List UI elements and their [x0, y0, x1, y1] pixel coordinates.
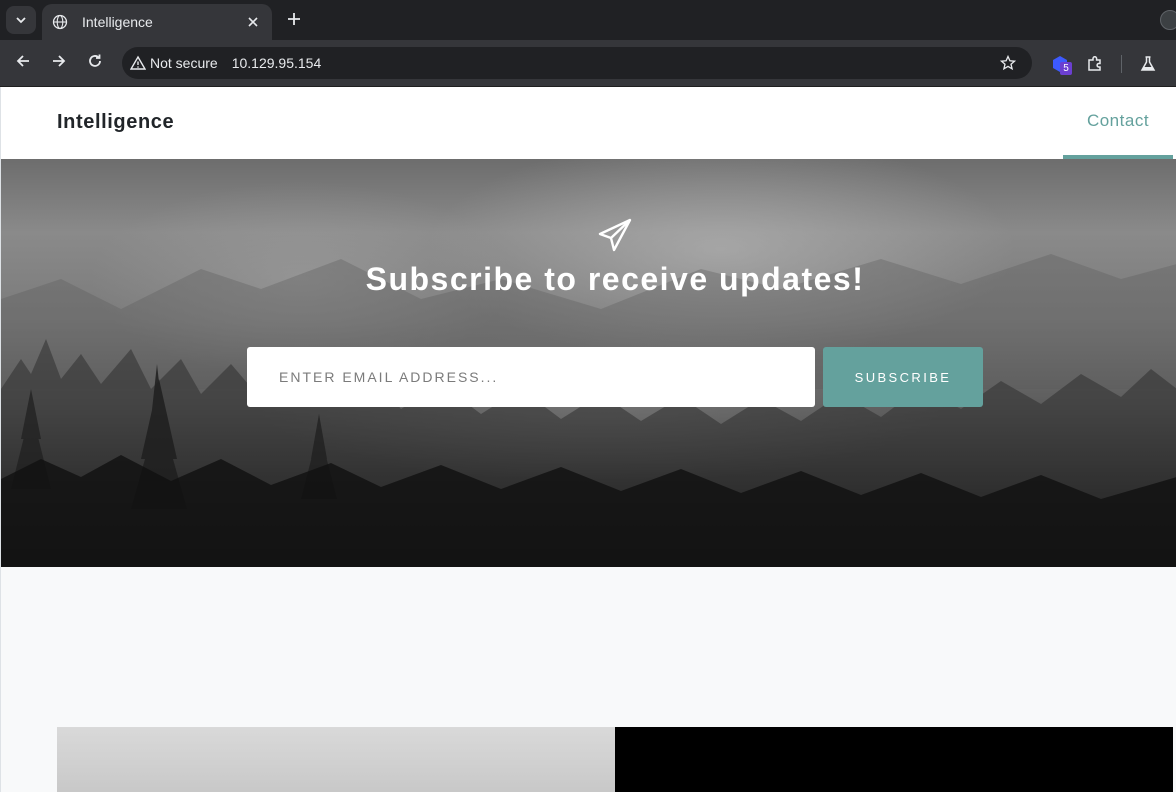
project-image-right [615, 727, 1173, 792]
project-image-left [57, 727, 615, 792]
forward-button[interactable] [46, 50, 72, 76]
back-button[interactable] [10, 50, 36, 76]
page-viewport: Intelligence Contact Subscribe to receiv… [0, 87, 1176, 792]
site-navbar: Intelligence Contact [1, 87, 1176, 159]
tab-search-button[interactable] [6, 6, 36, 34]
extension-badge: 5 [1060, 62, 1072, 75]
paper-plane-icon [597, 217, 633, 253]
reload-button[interactable] [82, 50, 108, 76]
tab-title: Intelligence [82, 14, 153, 30]
puzzle-icon[interactable] [1083, 52, 1107, 76]
signup-hero: Subscribe to receive updates! SUBSCRIBE [1, 159, 1176, 567]
toolbar-divider [1121, 55, 1122, 73]
extension-hexagon-icon[interactable]: 5 [1048, 52, 1072, 76]
arrow-left-icon [15, 53, 31, 73]
plus-icon [287, 11, 301, 30]
warning-triangle-icon[interactable] [130, 55, 146, 71]
reload-icon [87, 53, 103, 73]
nav-contact-link[interactable]: Contact [1063, 87, 1173, 159]
arrow-right-icon [51, 53, 67, 73]
chevron-down-icon [15, 11, 27, 30]
brand-link[interactable]: Intelligence [57, 111, 174, 134]
flask-icon[interactable] [1136, 52, 1160, 76]
url-text[interactable]: 10.129.95.154 [232, 55, 998, 71]
hero-title: Subscribe to receive updates! [365, 261, 865, 297]
address-bar[interactable]: Not secure 10.129.95.154 [122, 47, 1032, 79]
browser-tab[interactable]: Intelligence [42, 4, 272, 40]
profile-avatar[interactable] [1160, 10, 1176, 30]
browser-tab-bar: Intelligence [0, 0, 1176, 40]
security-label[interactable]: Not secure [150, 55, 218, 71]
email-input[interactable] [247, 347, 815, 407]
subscribe-button[interactable]: SUBSCRIBE [823, 347, 983, 407]
globe-icon [52, 14, 68, 30]
browser-toolbar: Not secure 10.129.95.154 5 [0, 40, 1176, 87]
new-tab-button[interactable] [282, 8, 306, 32]
star-icon[interactable] [998, 53, 1018, 73]
close-icon[interactable] [244, 13, 262, 31]
